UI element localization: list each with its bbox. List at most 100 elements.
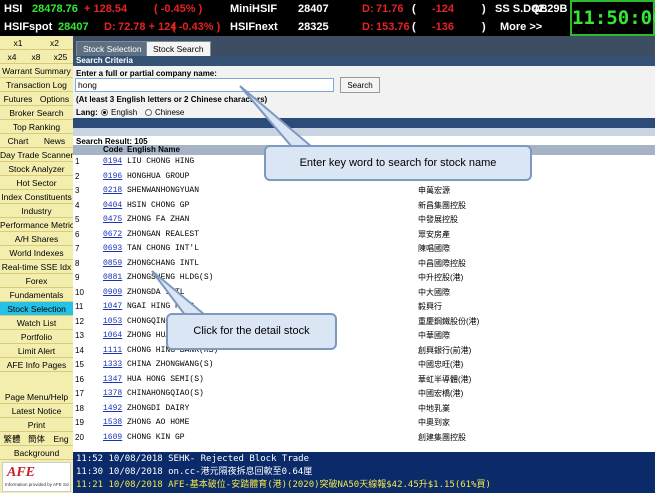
stock-name: CHINAHONGQIAO(S): [127, 389, 204, 398]
menu-index-constituents[interactable]: Index Constituents: [0, 190, 73, 204]
table-row[interactable]: 7 0693 TAN CHONG INT'L 陳唱國際: [73, 242, 655, 256]
more-link[interactable]: More >>: [500, 18, 542, 36]
lang-english-button[interactable]: Eng: [49, 432, 73, 445]
stock-code-link[interactable]: 0693: [103, 242, 122, 256]
stock-code-link[interactable]: 0859: [103, 257, 122, 271]
table-row[interactable]: 13 1064 ZHONG HUA 中華國際: [73, 329, 655, 343]
news-ticker: 11:52 10/08/2018 SEHK- Rejected Block Tr…: [73, 452, 655, 493]
stock-code-link[interactable]: 1538: [103, 416, 122, 430]
menu-news[interactable]: News: [36, 134, 73, 147]
menu-day-trade-scanner[interactable]: Day Trade Scanner: [0, 148, 73, 162]
zoom-x2-button[interactable]: x2: [36, 36, 73, 49]
menu-world-indexes[interactable]: World Indexes: [0, 246, 73, 260]
table-row[interactable]: 19 1538 ZHONG AO HOME 中奧到家: [73, 416, 655, 430]
afe-logo-subtext: Information provided by AFE Solutions Lt…: [5, 482, 69, 487]
stock-code-link[interactable]: 0194: [103, 155, 122, 169]
news-line[interactable]: 11:21 10/08/2018 AFE-基本破位-安踏體育(港)(2020)突…: [76, 479, 491, 492]
stock-code-link[interactable]: 1378: [103, 387, 122, 401]
lang-label: Lang:: [76, 108, 98, 117]
menu-options[interactable]: Options: [36, 92, 73, 105]
left-menu: x1 x2 x4 x8 x25 Warrant Summary Transact…: [0, 36, 73, 493]
stock-code-link[interactable]: 0881: [103, 271, 122, 285]
table-row[interactable]: 12 1053 CHONGQING 重慶鋼鐵股份(港): [73, 315, 655, 329]
stock-code-link[interactable]: 1053: [103, 315, 122, 329]
lang-english-radio[interactable]: English: [101, 108, 137, 117]
table-row[interactable]: 16 1347 HUA HONG SEMI(S) 華虹半導體(港): [73, 373, 655, 387]
menu-afe-info-pages[interactable]: AFE Info Pages: [0, 358, 73, 372]
menu-watch-list[interactable]: Watch List: [0, 316, 73, 330]
stock-chinese-name: 毅興行: [418, 302, 442, 311]
zoom-x1-button[interactable]: x1: [0, 36, 36, 49]
menu-hot-sector[interactable]: Hot Sector: [0, 176, 73, 190]
zoom-x8-button[interactable]: x8: [24, 50, 48, 63]
menu-fundamentals[interactable]: Fundamentals: [0, 288, 73, 302]
menu-limit-alert[interactable]: Limit Alert: [0, 344, 73, 358]
stock-code-link[interactable]: 1333: [103, 358, 122, 372]
stock-code-link[interactable]: 0196: [103, 170, 122, 184]
stock-code-link[interactable]: 0909: [103, 286, 122, 300]
menu-ah-shares[interactable]: A/H Shares: [0, 232, 73, 246]
radio-unselected-icon: [145, 109, 152, 116]
table-row[interactable]: 5 0475 ZHONG FA ZHAN 中發展控股: [73, 213, 655, 227]
table-row[interactable]: 9 0881 ZHONGSHENG HLDG(S) 中升控股(港): [73, 271, 655, 285]
menu-chart[interactable]: Chart: [0, 134, 36, 147]
separator-bar: [73, 128, 655, 136]
table-row[interactable]: 10 0909 ZHONGDA INTL 中大國際: [73, 286, 655, 300]
menu-page-menu-help[interactable]: Page Menu/Help: [0, 390, 73, 404]
menu-realtime-sse[interactable]: Real-time SSE Idx: [0, 260, 73, 274]
zoom-row-1: x1 x2: [0, 36, 73, 50]
tab-stock-search[interactable]: Stock Search: [146, 41, 211, 56]
menu-broker-search[interactable]: Broker Search: [0, 106, 73, 120]
zoom-x4-button[interactable]: x4: [0, 50, 24, 63]
stock-code-link[interactable]: 0218: [103, 184, 122, 198]
menu-futures[interactable]: Futures: [0, 92, 36, 105]
stock-code-link[interactable]: 0475: [103, 213, 122, 227]
table-row[interactable]: 11 1047 NGAI HING HONG 毅興行: [73, 300, 655, 314]
menu-top-ranking[interactable]: Top Ranking: [0, 120, 73, 134]
search-prompt: Enter a full or partial company name:: [76, 69, 217, 78]
menu-background[interactable]: Background: [0, 446, 73, 460]
lang-chinese-radio[interactable]: Chinese: [145, 108, 184, 117]
table-row[interactable]: 6 0672 ZHONGAN REALEST 眾安房產: [73, 228, 655, 242]
table-row[interactable]: 15 1333 CHINA ZHONGWANG(S) 中國忠旺(港): [73, 358, 655, 372]
menu-stock-analyzer[interactable]: Stock Analyzer: [0, 162, 73, 176]
tab-stock-selection[interactable]: Stock Selection: [76, 41, 149, 56]
d-label-2: D:: [104, 21, 116, 33]
menu-portfolio[interactable]: Portfolio: [0, 330, 73, 344]
hsifnext-label: HSIFnext: [230, 21, 278, 33]
menu-stock-selection[interactable]: Stock Selection: [0, 302, 73, 316]
lang-simplified-button[interactable]: 簡体: [24, 432, 49, 445]
table-row[interactable]: 14 1111 CHONG HING BANK(RS) 創興銀行(前港): [73, 344, 655, 358]
lang-traditional-button[interactable]: 繁體: [0, 432, 24, 445]
table-row[interactable]: 8 0859 ZHONGCHANG INTL 中昌國際控股: [73, 257, 655, 271]
stock-code-link[interactable]: 0672: [103, 228, 122, 242]
stock-chinese-name: 創建集團控股: [418, 432, 466, 442]
search-button[interactable]: Search: [340, 77, 380, 93]
news-line[interactable]: 11:52 10/08/2018 SEHK- Rejected Block Tr…: [76, 453, 309, 466]
stock-code-link[interactable]: 1347: [103, 373, 122, 387]
d-label-3: D:: [362, 21, 374, 33]
search-input[interactable]: [75, 78, 334, 92]
news-line[interactable]: 11:30 10/08/2018 on.cc-港元隔夜拆息回軟至0.64厘: [76, 466, 312, 479]
stock-code-link[interactable]: 1609: [103, 431, 122, 445]
table-row[interactable]: 4 0404 HSIN CHONG GP 新昌集團控股: [73, 199, 655, 213]
menu-forex[interactable]: Forex: [0, 274, 73, 288]
menu-latest-notice[interactable]: Latest Notice: [0, 404, 73, 418]
menu-warrant-summary[interactable]: Warrant Summary: [0, 64, 73, 78]
table-row[interactable]: 18 1492 ZHONGDI DAIRY 中地乳業: [73, 402, 655, 416]
stock-code-link[interactable]: 1047: [103, 300, 122, 314]
stock-code-link[interactable]: 0404: [103, 199, 122, 213]
stock-name: ZHONGDA INTL: [127, 287, 185, 297]
table-row[interactable]: 20 1609 CHONG KIN GP 創建集團控股: [73, 431, 655, 445]
stock-code-link[interactable]: 1064: [103, 329, 122, 343]
menu-performance-metric[interactable]: Performance Metric: [0, 218, 73, 232]
table-row[interactable]: 17 1378 CHINAHONGQIAO(S) 中國宏橋(港): [73, 387, 655, 401]
table-row[interactable]: 3 0218 SHENWANHONGYUAN 申萬宏源: [73, 184, 655, 198]
menu-industry[interactable]: Industry: [0, 204, 73, 218]
hsi-value: 28478.76: [32, 3, 78, 15]
menu-print[interactable]: Print: [0, 418, 73, 432]
stock-code-link[interactable]: 1111: [103, 344, 122, 358]
zoom-x25-button[interactable]: x25: [48, 50, 73, 63]
stock-code-link[interactable]: 1492: [103, 402, 122, 416]
menu-transaction-log[interactable]: Transaction Log: [0, 78, 73, 92]
